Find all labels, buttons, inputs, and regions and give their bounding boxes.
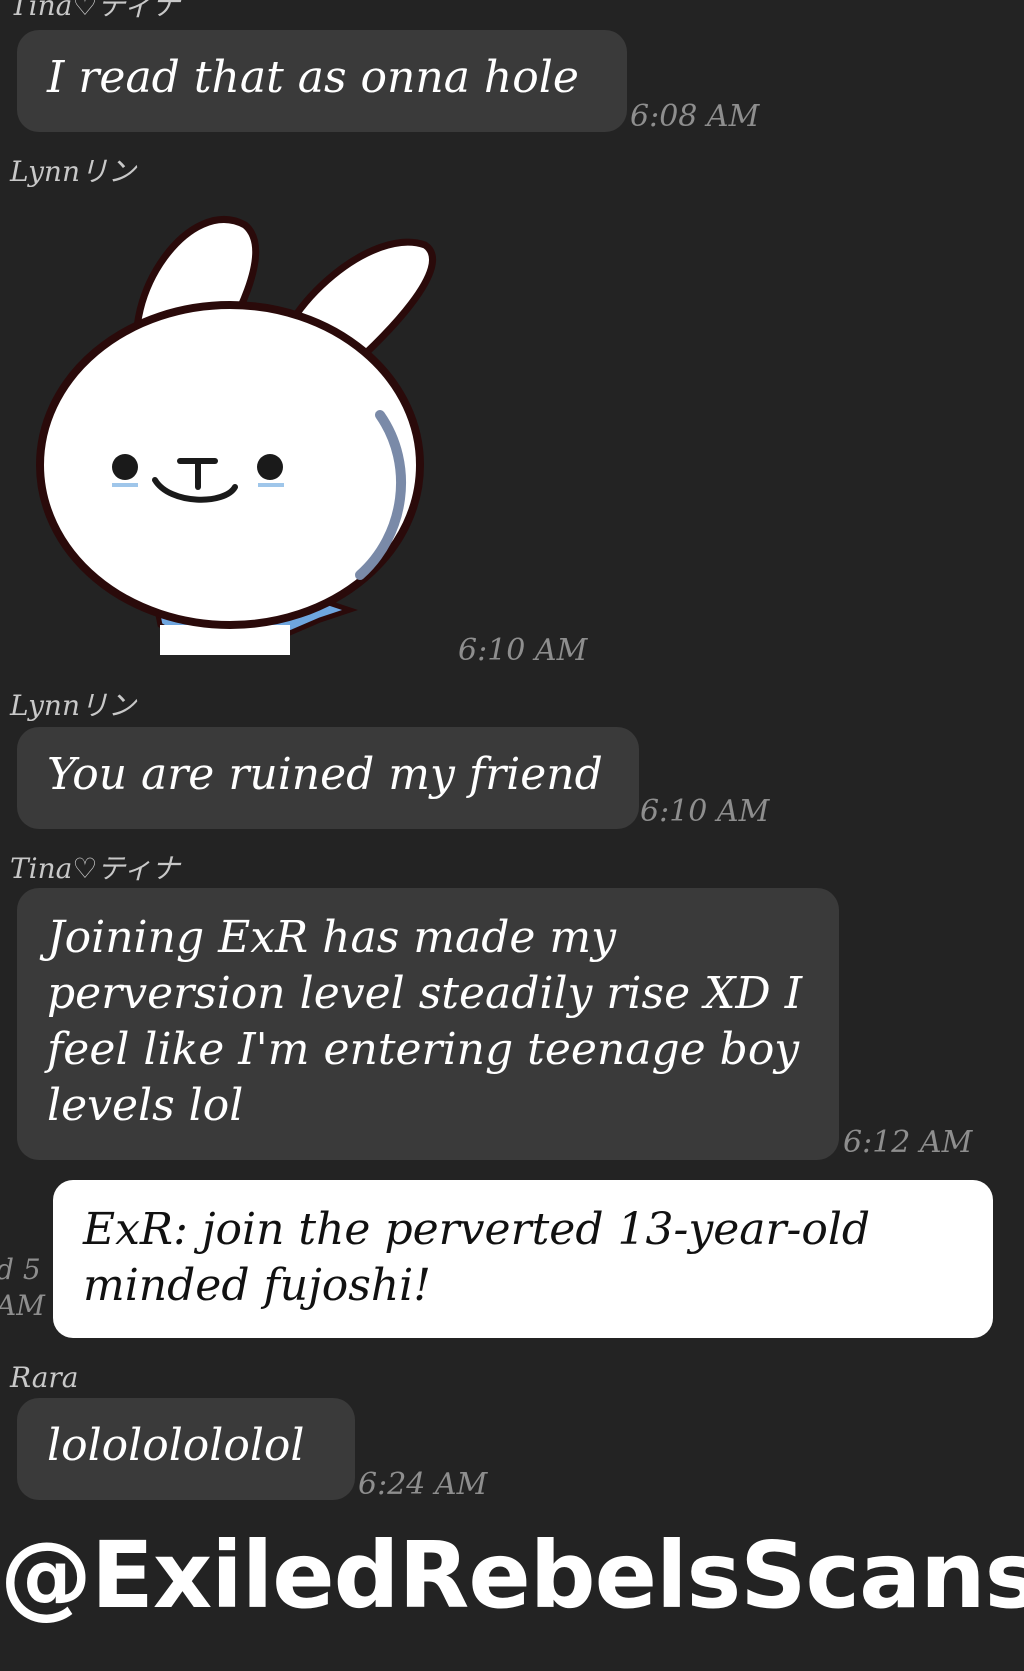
message-text: Joining ExR has made my perversion level… <box>47 912 803 1131</box>
message-timestamp: 6:10 AM <box>458 633 588 668</box>
translator-note: ExR: join the perverted 13-year-old mind… <box>53 1180 993 1338</box>
watermark: @ExiledRebelsScans <box>0 1522 1024 1629</box>
translator-note-text: ExR: join the perverted 13-year-old mind… <box>83 1204 871 1311</box>
sender-name: Tina♡ティナ <box>10 852 180 885</box>
message-bubble[interactable]: Joining ExR has made my perversion level… <box>17 888 839 1160</box>
message-bubble[interactable]: lolololololol <box>17 1398 355 1500</box>
message-timestamp: 6:24 AM <box>358 1467 488 1502</box>
sender-name: Lynnリン <box>10 689 136 722</box>
rabbit-icon <box>36 216 436 657</box>
message-text: I read that as onna hole <box>47 52 579 103</box>
message-text: You are ruined my friend <box>47 749 603 800</box>
cropped-timestamp: d 5 <box>0 1253 41 1286</box>
message-timestamp: 6:08 AM <box>630 99 760 134</box>
sender-name: Lynnリン <box>10 155 136 188</box>
message-timestamp: 6:10 AM <box>640 794 770 829</box>
sender-name: Tina♡ティナ <box>10 0 180 22</box>
message-text: lolololololol <box>47 1420 305 1471</box>
sender-name: Rara <box>10 1361 79 1394</box>
rabbit-sticker[interactable] <box>20 205 440 657</box>
message-bubble[interactable]: You are ruined my friend <box>17 727 639 829</box>
message-timestamp: 6:12 AM <box>843 1125 973 1160</box>
cropped-timestamp: AM <box>0 1289 45 1322</box>
message-bubble[interactable]: I read that as onna hole <box>17 30 627 132</box>
